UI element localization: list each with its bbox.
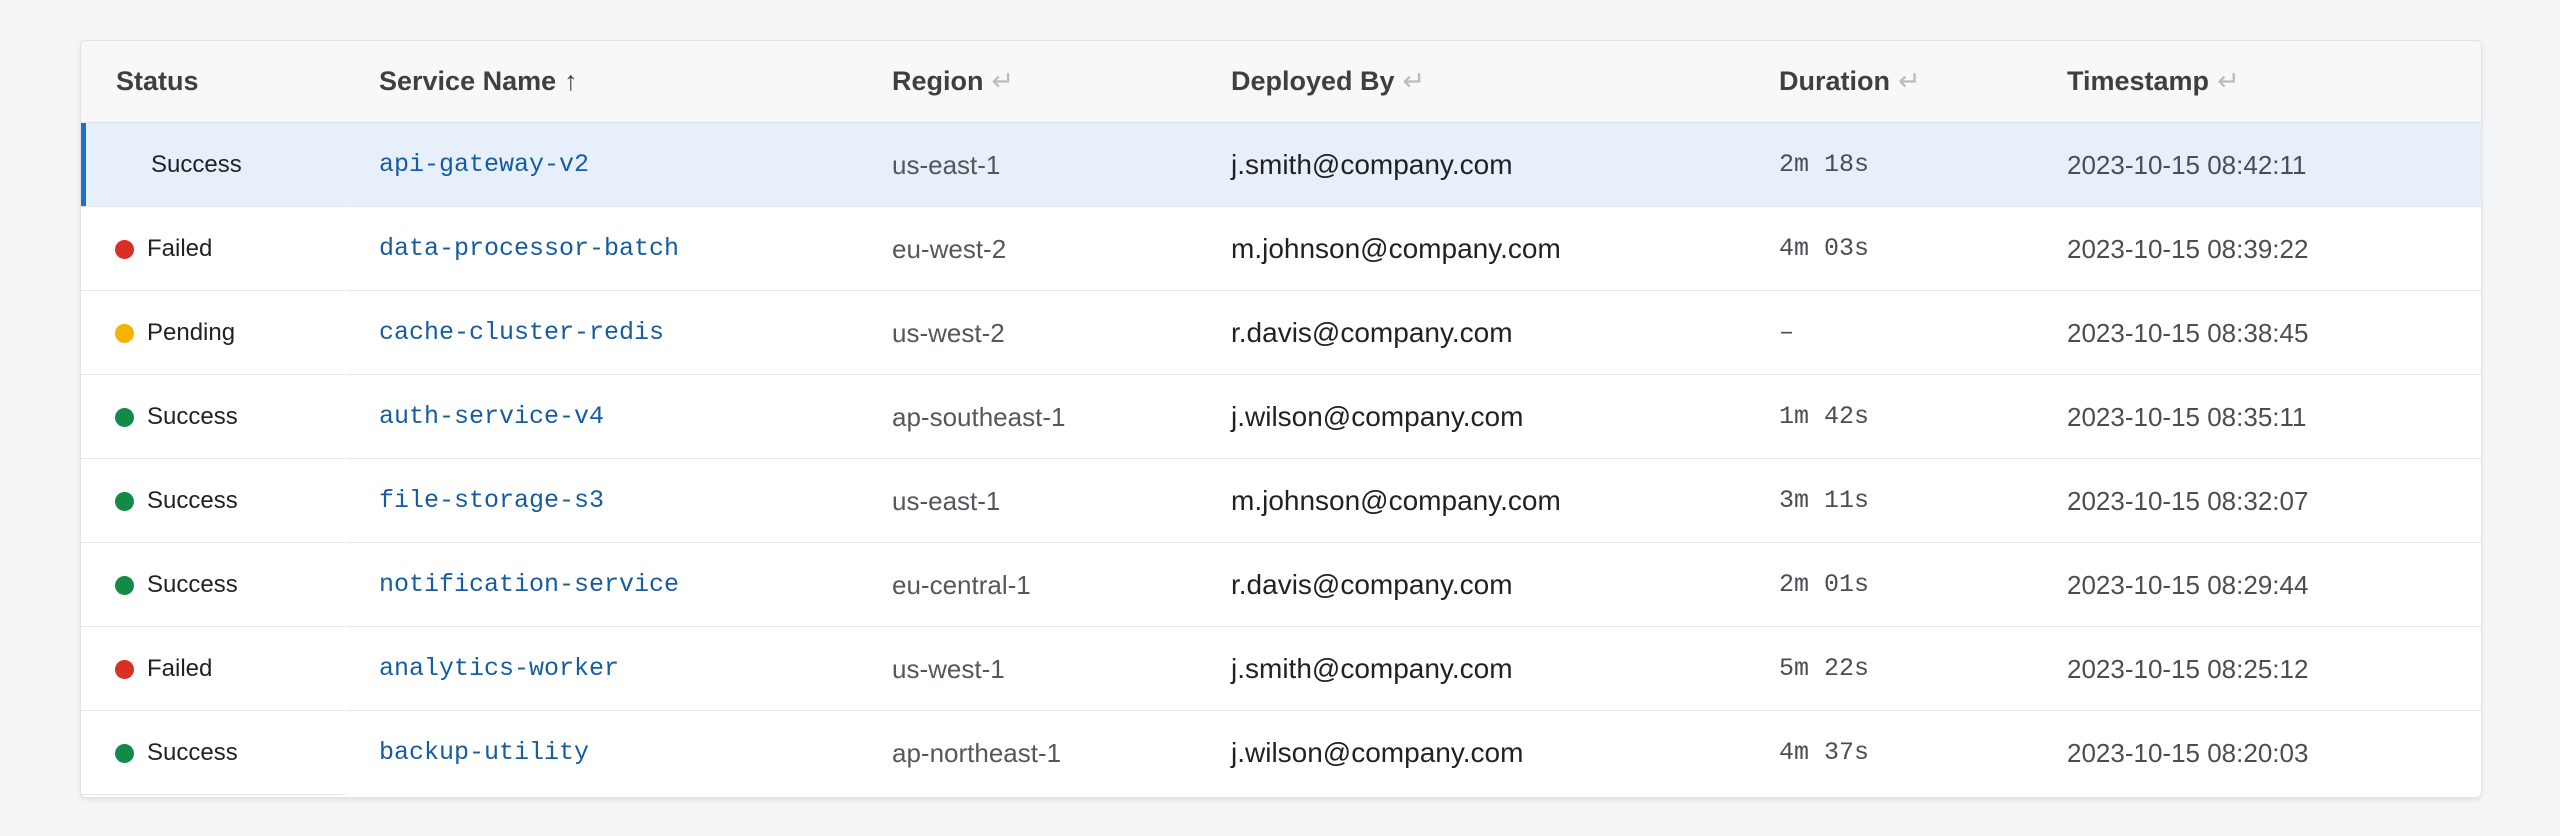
deployed-by-cell: r.davis@company.com (1231, 569, 1513, 600)
table-row[interactable]: Success auth-service-v4 ap-southeast-1 j.wi… (81, 375, 2481, 459)
status-dot-icon (115, 239, 134, 259)
timestamp-cell: 2023-10-15 08:38:45 (2067, 318, 2309, 348)
duration-cell: 5m 22s (1779, 654, 1870, 683)
timestamp-cell: 2023-10-15 08:29:44 (2067, 570, 2309, 600)
service-name-link[interactable]: auth-service-v4 (379, 375, 604, 459)
service-name-link[interactable]: api-gateway-v2 (379, 123, 589, 207)
deployed-by-cell: m.johnson@company.com (1231, 485, 1561, 516)
column-header-deployed-by[interactable]: Deployed By ↵ (1231, 41, 1425, 122)
sort-hint-icon[interactable]: ↵ (2217, 66, 2240, 96)
region-cell: us-west-2 (892, 318, 1005, 348)
status-label: Success (147, 403, 238, 430)
duration-cell: – (1779, 318, 1795, 347)
column-header-region-label: Region (892, 66, 984, 96)
status-cell: Success (115, 375, 238, 459)
status-cell: Success (115, 123, 242, 207)
sort-hint-icon[interactable]: ↵ (1403, 66, 1426, 96)
status-dot-icon (115, 743, 134, 763)
status-cell: Success (115, 711, 238, 795)
column-header-region[interactable]: Region ↵ (892, 41, 1014, 122)
duration-cell: 1m 42s (1779, 402, 1870, 431)
deployed-by-cell: j.wilson@company.com (1231, 737, 1524, 768)
column-header-deployed-by-label: Deployed By (1231, 66, 1395, 96)
status-cell: Failed (115, 627, 212, 711)
region-cell: us-east-1 (892, 150, 1001, 180)
column-header-service-name-label: Service Name (379, 66, 557, 96)
status-cell: Success (115, 459, 238, 543)
duration-cell: 2m 18s (1779, 150, 1870, 179)
sort-hint-icon[interactable]: ↵ (1898, 66, 1921, 96)
status-dot-icon (115, 407, 134, 427)
status-label: Failed (147, 655, 213, 682)
service-name-link[interactable]: backup-utility (379, 711, 589, 795)
service-name-link[interactable]: cache-cluster-redis (379, 291, 664, 375)
status-label: Failed (147, 235, 213, 262)
status-label: Success (147, 571, 238, 598)
timestamp-cell: 2023-10-15 08:42:11 (2067, 150, 2307, 180)
service-name-link[interactable]: analytics-worker (379, 627, 619, 711)
region-cell: us-east-1 (892, 486, 1001, 516)
region-cell: eu-central-1 (892, 570, 1031, 600)
status-dot-icon (115, 323, 134, 343)
duration-cell: 4m 37s (1779, 738, 1870, 767)
deployed-by-cell: j.wilson@company.com (1231, 401, 1524, 432)
deployed-by-cell: m.johnson@company.com (1231, 233, 1561, 264)
column-header-timestamp[interactable]: Timestamp ↵ (2067, 41, 2240, 122)
timestamp-cell: 2023-10-15 08:39:22 (2067, 234, 2309, 264)
deployed-by-cell: j.smith@company.com (1231, 149, 1513, 180)
service-name-link[interactable]: notification-service (379, 543, 679, 627)
deployed-by-cell: j.smith@company.com (1231, 653, 1513, 684)
row-selection-indicator (81, 123, 86, 207)
region-cell: eu-west-2 (892, 234, 1007, 264)
deployed-by-cell: r.davis@company.com (1231, 317, 1513, 348)
status-column-divider (81, 794, 345, 795)
status-cell: Failed (115, 207, 212, 291)
duration-cell: 4m 03s (1779, 234, 1870, 263)
region-cell: ap-southeast-1 (892, 402, 1066, 432)
service-name-link[interactable]: data-processor-batch (379, 207, 679, 291)
sort-ascending-icon[interactable]: ↑ (564, 66, 578, 96)
region-cell: ap-northeast-1 (892, 738, 1062, 768)
duration-cell: 3m 11s (1779, 486, 1870, 515)
column-header-duration[interactable]: Duration ↵ (1779, 41, 1921, 122)
table-row[interactable]: Success file-storage-s3 us-east-1 m.johnson… (81, 459, 2481, 543)
column-header-status[interactable]: Status (116, 41, 199, 122)
region-cell: us-west-1 (892, 654, 1005, 684)
timestamp-cell: 2023-10-15 08:20:03 (2067, 738, 2309, 768)
table-row[interactable]: Failed analytics-worker us-west-1 j.smith@c… (81, 627, 2481, 711)
table-row[interactable]: Failed data-processor-batch eu-west-2 m.joh… (81, 207, 2481, 291)
service-name-link[interactable]: file-storage-s3 (379, 459, 604, 543)
status-label: Success (147, 487, 238, 514)
status-dot-icon (115, 659, 134, 679)
column-header-timestamp-label: Timestamp (2067, 66, 2210, 96)
status-label: Success (147, 739, 238, 766)
deployments-table: Status Service Name ↑ Region ↵ Deployed By… (80, 40, 2482, 798)
timestamp-cell: 2023-10-15 08:32:07 (2067, 486, 2309, 516)
status-cell: Pending (115, 291, 235, 375)
table-row[interactable]: Pending cache-cluster-redis us-west-2 r.dav… (81, 291, 2481, 375)
column-header-duration-label: Duration (1779, 66, 1890, 96)
duration-cell: 2m 01s (1779, 570, 1870, 599)
status-dot-icon (115, 491, 134, 511)
table-header: Status Service Name ↑ Region ↵ Deployed By… (81, 41, 2481, 123)
status-dot-icon (115, 575, 134, 595)
timestamp-cell: 2023-10-15 08:25:12 (2067, 654, 2309, 684)
timestamp-cell: 2023-10-15 08:35:11 (2067, 402, 2307, 432)
column-header-service-name[interactable]: Service Name ↑ (379, 41, 578, 122)
status-cell: Success (115, 543, 238, 627)
column-header-status-label: Status (116, 66, 199, 96)
table-row[interactable]: Success backup-utility ap-northeast-1 j.wil… (81, 711, 2481, 795)
status-label: Success (151, 151, 242, 178)
table-row[interactable]: Success api-gateway-v2 us-east-1 j.smith@co… (81, 123, 2481, 207)
status-label: Pending (147, 319, 236, 346)
table-row[interactable]: Success notification-service eu-central-1 r… (81, 543, 2481, 627)
sort-hint-icon[interactable]: ↵ (992, 66, 1015, 96)
